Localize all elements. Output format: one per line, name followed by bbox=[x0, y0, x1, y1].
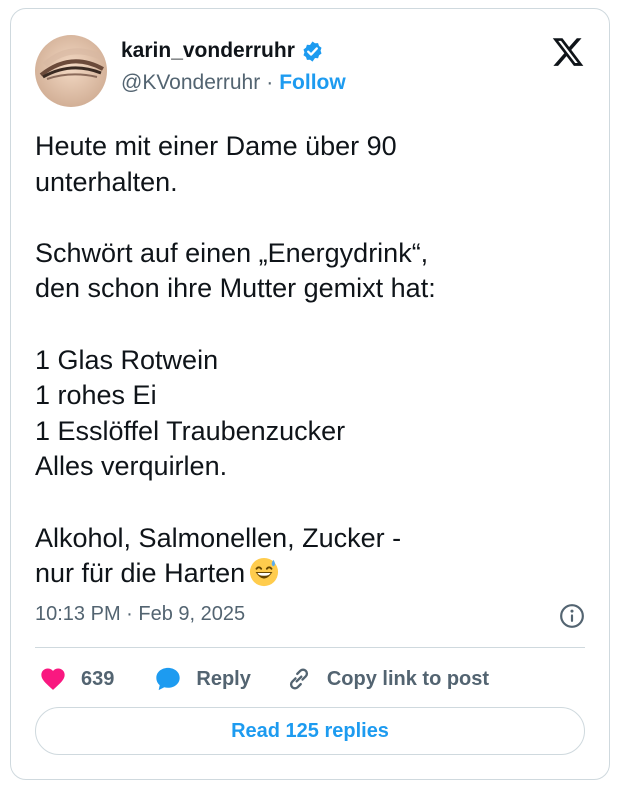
x-logo-icon[interactable] bbox=[551, 35, 585, 69]
follow-button[interactable]: Follow bbox=[279, 71, 346, 95]
handle-row: @KVonderruhr · Follow bbox=[121, 71, 346, 95]
avatar[interactable] bbox=[35, 35, 107, 107]
reply-label: Reply bbox=[196, 667, 251, 690]
copy-link-button[interactable]: Copy link to post bbox=[285, 665, 489, 693]
tweet-line bbox=[35, 307, 575, 343]
reply-button[interactable]: Reply bbox=[154, 665, 251, 693]
tweet-line: 1 rohes Ei bbox=[35, 380, 157, 411]
tweet-line: 1 Esslöffel Traubenzucker bbox=[35, 415, 346, 446]
tweet-line-text: nur für die Harten bbox=[35, 558, 246, 589]
like-button[interactable]: 639 bbox=[39, 665, 114, 693]
tweet-line: Heute mit einer Dame über 90 bbox=[35, 131, 397, 161]
link-icon bbox=[289, 668, 308, 690]
like-count: 639 bbox=[81, 667, 115, 690]
tweet-line: den schon ihre Mutter gemixt hat: bbox=[35, 273, 436, 304]
display-name[interactable]: karin_vonderruhr bbox=[121, 39, 295, 63]
tweet-text: Heute mit einer Dame über 90 unterhalten… bbox=[35, 129, 575, 592]
heart-icon bbox=[41, 668, 65, 690]
tweet-line: Alkohol, Salmonellen, Zucker - bbox=[35, 522, 402, 553]
tweet-line: Alles verquirlen. bbox=[35, 451, 228, 482]
tweet-line: Schwört auf einen „Energydrink“, bbox=[35, 237, 429, 268]
copy-link-label: Copy link to post bbox=[326, 667, 490, 690]
verified-badge-icon bbox=[301, 40, 324, 63]
author-name-row: karin_vonderruhr bbox=[121, 39, 324, 63]
divider bbox=[35, 647, 585, 648]
tweet-line bbox=[35, 200, 575, 236]
reply-bubble-icon bbox=[156, 667, 181, 691]
tweet-card: karin_vonderruhr @KVonderruhr · Follow H… bbox=[10, 8, 610, 780]
read-replies-button[interactable]: Read 125 replies bbox=[35, 707, 585, 755]
tweet-line bbox=[35, 485, 575, 521]
timestamp[interactable]: 10:13 PM · Feb 9, 2025 bbox=[35, 603, 245, 626]
handle[interactable]: @KVonderruhr bbox=[121, 71, 260, 95]
tweet-line: unterhalten. bbox=[35, 166, 178, 197]
action-bar: 639 Reply Copy link to post bbox=[35, 661, 489, 697]
tweet-line-last: nur für die Harten bbox=[35, 556, 575, 592]
info-icon[interactable] bbox=[559, 603, 585, 629]
grinning-face-with-sweat-emoji-icon bbox=[249, 557, 279, 587]
tweet-line: 1 Glas Rotwein bbox=[35, 344, 219, 375]
separator-dot: · bbox=[266, 71, 274, 94]
